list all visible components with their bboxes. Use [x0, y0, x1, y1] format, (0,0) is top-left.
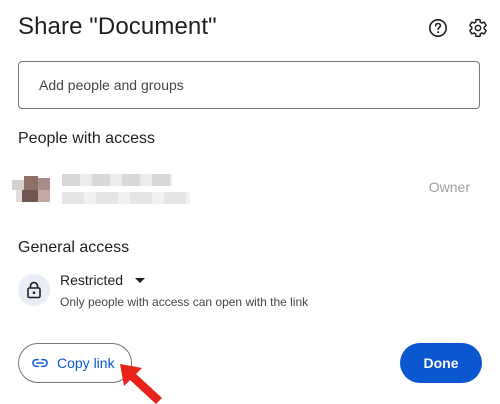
owner-role-label: Owner	[428, 179, 470, 195]
people-with-access-heading: People with access	[18, 130, 155, 147]
link-icon	[32, 358, 48, 368]
copy-link-label: Copy link	[57, 355, 115, 371]
avatar	[12, 170, 52, 210]
general-access-selected: Restricted	[60, 272, 124, 288]
person-email	[62, 192, 190, 204]
general-access-heading: General access	[18, 239, 130, 256]
person-row[interactable]: Owner	[12, 166, 482, 210]
copy-link-button[interactable]: Copy link	[18, 343, 132, 383]
lock-icon	[27, 281, 41, 299]
general-access-description: Only people with access can open with th…	[60, 295, 309, 309]
done-button[interactable]: Done	[400, 343, 482, 383]
gear-icon	[469, 18, 487, 38]
help-button[interactable]	[426, 16, 450, 40]
access-icon-badge	[18, 274, 50, 306]
dialog-title: Share "Document"	[18, 13, 217, 40]
settings-button[interactable]	[466, 16, 490, 40]
annotation-arrow-icon	[120, 364, 162, 404]
share-dialog: Share "Document" People with access Owne…	[0, 0, 500, 404]
help-circle-icon	[429, 19, 447, 37]
add-people-input[interactable]	[18, 61, 480, 109]
general-access-dropdown[interactable]: Restricted	[60, 272, 146, 288]
caret-down-icon	[135, 277, 146, 283]
person-name	[62, 174, 172, 186]
